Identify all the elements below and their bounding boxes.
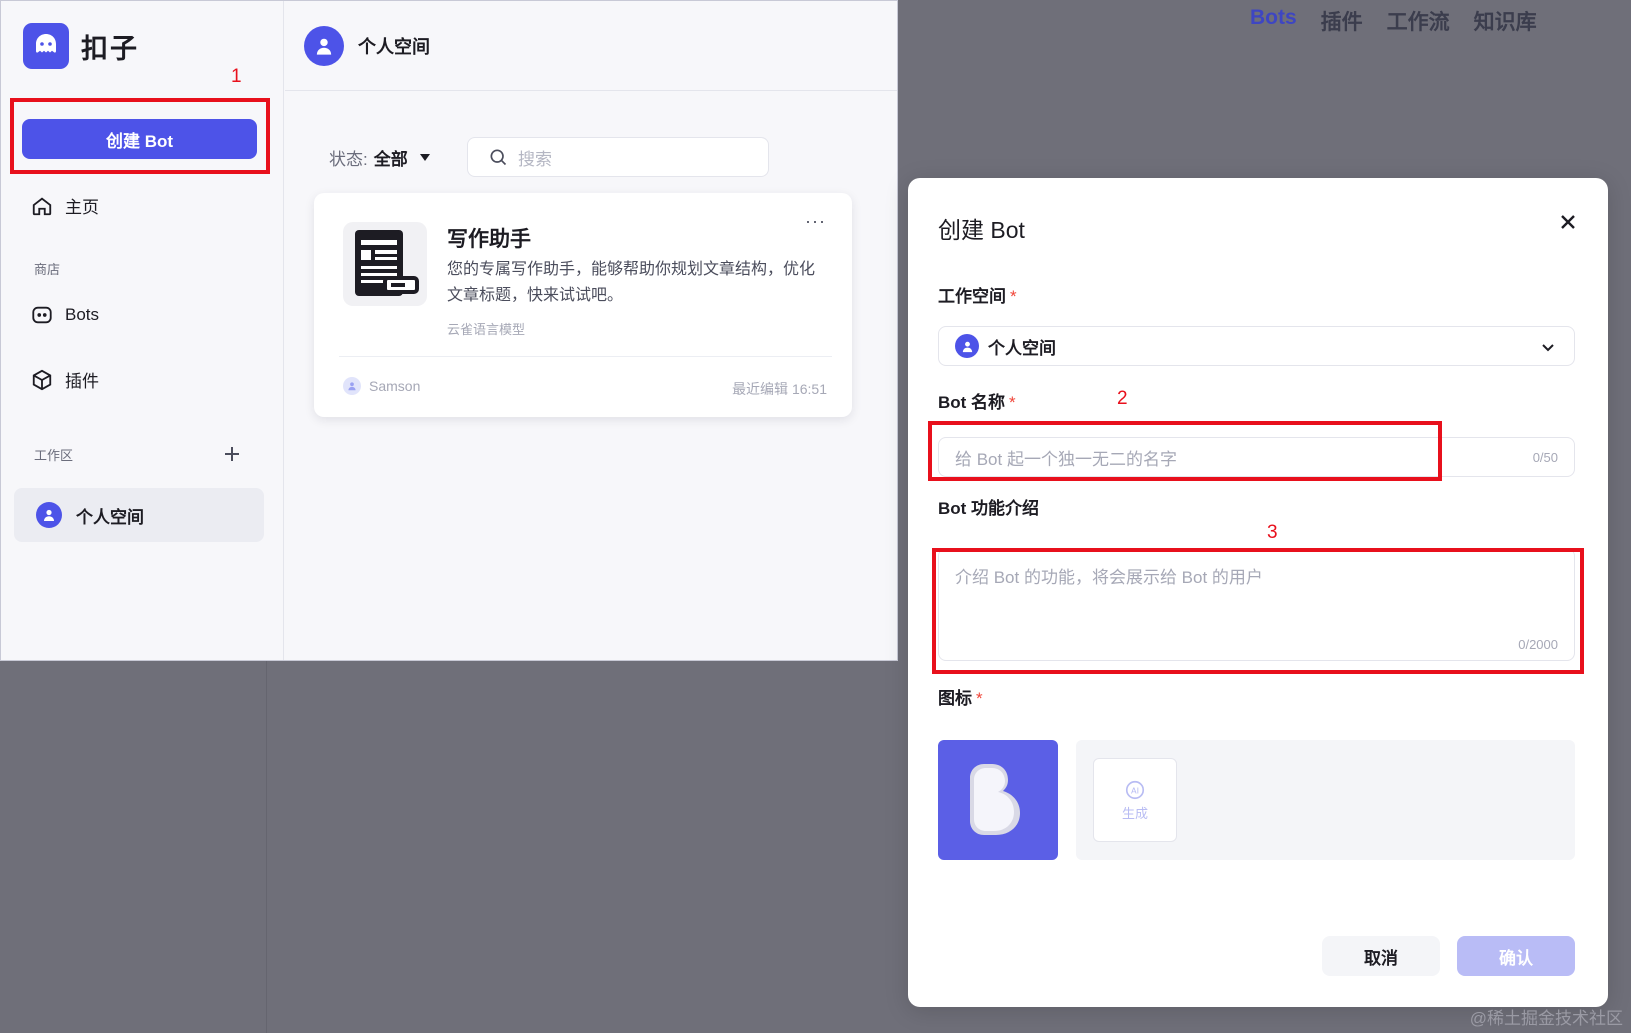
required-mark: * xyxy=(1009,393,1016,412)
top-nav-workflow[interactable]: 工作流 xyxy=(1387,6,1450,36)
highlight-box-3 xyxy=(932,548,1584,674)
bot-card-author: Samson xyxy=(343,377,420,395)
close-icon[interactable] xyxy=(1558,212,1578,232)
dialog-title: 创建 Bot xyxy=(938,217,1025,243)
label-text: 图标 xyxy=(938,689,972,708)
svg-text:AI: AI xyxy=(1131,785,1139,795)
bot-card-description: 您的专属写作助手，能够帮助你规划文章结构，优化文章标题，快来试试吧。 xyxy=(447,261,816,304)
user-avatar-icon xyxy=(955,334,979,358)
author-avatar-icon xyxy=(343,377,361,395)
annotation-2: 2 xyxy=(1117,388,1128,409)
workspace-section-label: 工作区 xyxy=(34,448,74,463)
workspace-select[interactable]: 个人空间 xyxy=(938,326,1575,366)
watermark: @稀土掘金技术社区 xyxy=(1469,1009,1623,1028)
workspace-select-value: 个人空间 xyxy=(988,338,1056,358)
cancel-button[interactable]: 取消 xyxy=(1322,936,1440,976)
ai-sparkle-icon: AI xyxy=(1125,780,1145,799)
add-workspace-icon[interactable] xyxy=(223,445,241,463)
bot-desc-field-label: Bot 功能介绍 xyxy=(938,499,1040,518)
sidebar-item-label: 个人空间 xyxy=(76,507,144,527)
user-avatar-icon xyxy=(36,502,62,528)
top-nav: Bots 插件 工作流 知识库 xyxy=(1250,6,1537,36)
bot-name-counter: 0/50 xyxy=(1532,449,1558,465)
annotation-1: 1 xyxy=(231,66,242,87)
highlight-box-1 xyxy=(10,98,270,174)
sidebar-item-label: 插件 xyxy=(65,372,99,391)
sidebar-item-label: 主页 xyxy=(65,198,99,217)
highlight-box-2 xyxy=(928,421,1442,481)
status-filter[interactable]: 状态: 全部 xyxy=(329,145,430,170)
workspace-field-label: 工作空间 * xyxy=(938,282,1017,307)
generate-label: 生成 xyxy=(1121,805,1148,821)
home-icon xyxy=(32,197,52,215)
icon-field-label: 图标 * xyxy=(938,684,983,709)
user-avatar-icon xyxy=(304,25,344,66)
divider xyxy=(339,356,832,357)
bot-card-model: 云雀语言模型 xyxy=(447,322,526,337)
author-name: Samson xyxy=(369,378,421,394)
more-options-icon[interactable]: ··· xyxy=(805,211,826,232)
label-text: 工作空间 xyxy=(938,287,1006,306)
sidebar-item-plugins[interactable]: 插件 xyxy=(31,367,99,392)
bot-icon xyxy=(32,306,52,324)
brand-name: 扣子 xyxy=(81,33,139,64)
filter-value: 全部 xyxy=(373,150,408,169)
sidebar-item-label: Bots xyxy=(65,305,100,324)
top-nav-bots[interactable]: Bots xyxy=(1250,6,1297,36)
chevron-down-icon xyxy=(1542,344,1554,352)
required-mark: * xyxy=(976,689,983,708)
store-section-label: 商店 xyxy=(34,262,61,277)
confirm-button[interactable]: 确认 xyxy=(1457,936,1575,976)
bot-card-icon xyxy=(343,222,427,306)
bot-name-field-label: Bot 名称 * xyxy=(938,388,1016,413)
coze-logo-icon xyxy=(23,23,69,69)
selected-bot-avatar[interactable] xyxy=(938,740,1058,860)
bot-card-title: 写作助手 xyxy=(447,228,531,251)
bot-card[interactable]: 写作助手 您的专属写作助手，能够帮助你规划文章结构，优化文章标题，快来试试吧。 … xyxy=(314,193,852,417)
label-text: Bot 名称 xyxy=(938,393,1006,412)
search-input[interactable]: 搜索 xyxy=(467,137,769,177)
search-icon xyxy=(490,149,507,166)
workspace-header: 个人空间 xyxy=(285,1,897,91)
avatar-options: AI 生成 xyxy=(1076,740,1575,860)
filter-label: 状态: xyxy=(329,150,368,169)
required-mark: * xyxy=(1010,287,1017,306)
logo[interactable]: 扣子 xyxy=(23,23,139,69)
sidebar-item-personal-space[interactable]: 个人空间 xyxy=(14,488,264,542)
top-nav-knowledge[interactable]: 知识库 xyxy=(1474,6,1537,36)
backdrop-divider xyxy=(266,661,267,1033)
main-panel: 个人空间 状态: 全部 搜索 写作助手 您的专属写作助手，能够帮助你规划文章结构… xyxy=(285,1,897,660)
search-placeholder: 搜索 xyxy=(518,149,552,169)
generate-avatar-button[interactable]: AI 生成 xyxy=(1093,758,1177,842)
top-nav-plugins[interactable]: 插件 xyxy=(1321,6,1363,36)
annotation-3: 3 xyxy=(1267,522,1278,543)
last-edit-time: 最近编辑 16:51 xyxy=(732,381,827,397)
sidebar-item-bots[interactable]: Bots xyxy=(31,304,99,326)
caret-down-icon xyxy=(419,154,430,161)
page-title: 个人空间 xyxy=(358,36,430,57)
sidebar-item-home[interactable]: 主页 xyxy=(31,193,99,218)
cube-icon xyxy=(32,369,52,390)
